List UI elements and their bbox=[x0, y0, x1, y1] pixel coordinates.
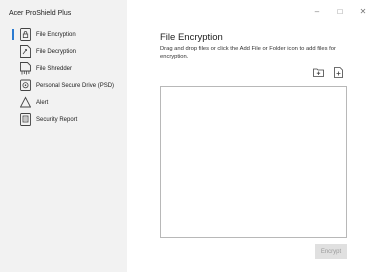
sidebar-item-label: File Encryption bbox=[36, 31, 76, 38]
sidebar-item-label: Security Report bbox=[36, 116, 78, 123]
page-title: File Encryption bbox=[160, 32, 223, 43]
sidebar-item-file-encryption[interactable]: File Encryption bbox=[0, 26, 127, 43]
unlock-file-icon bbox=[20, 45, 31, 58]
lock-file-icon bbox=[20, 28, 31, 41]
sidebar-item-label: Personal Secure Drive (PSD) bbox=[36, 82, 115, 89]
report-icon bbox=[20, 113, 31, 126]
add-file-icon[interactable] bbox=[333, 67, 344, 78]
sidebar-item-psd[interactable]: Personal Secure Drive (PSD) bbox=[0, 77, 127, 94]
minimize-button[interactable]: – bbox=[307, 5, 327, 19]
sidebar-nav: File Encryption File Decryption File Shr… bbox=[0, 26, 127, 128]
sidebar-item-label: Alert bbox=[36, 99, 49, 106]
sidebar-item-alert[interactable]: Alert bbox=[0, 94, 127, 111]
add-folder-icon[interactable] bbox=[313, 67, 324, 78]
maximize-button[interactable]: □ bbox=[330, 5, 350, 19]
file-drop-zone[interactable] bbox=[160, 86, 347, 238]
encrypt-button[interactable]: Encrypt bbox=[315, 244, 347, 259]
close-button[interactable]: ✕ bbox=[353, 5, 373, 19]
shredder-icon bbox=[20, 62, 31, 75]
sidebar-item-label: File Decryption bbox=[36, 48, 77, 55]
sidebar-item-file-decryption[interactable]: File Decryption bbox=[0, 43, 127, 60]
sidebar-item-security-report[interactable]: Security Report bbox=[0, 111, 127, 128]
sidebar-item-label: File Shredder bbox=[36, 65, 73, 72]
drive-icon bbox=[20, 79, 31, 91]
sidebar-item-file-shredder[interactable]: File Shredder bbox=[0, 60, 127, 77]
app-title: Acer ProShield Plus bbox=[9, 10, 72, 17]
alert-triangle-icon bbox=[20, 96, 31, 108]
sidebar: Acer ProShield Plus File Encryption File… bbox=[0, 0, 127, 272]
page-description: Drag and drop files or click the Add Fil… bbox=[160, 46, 336, 60]
